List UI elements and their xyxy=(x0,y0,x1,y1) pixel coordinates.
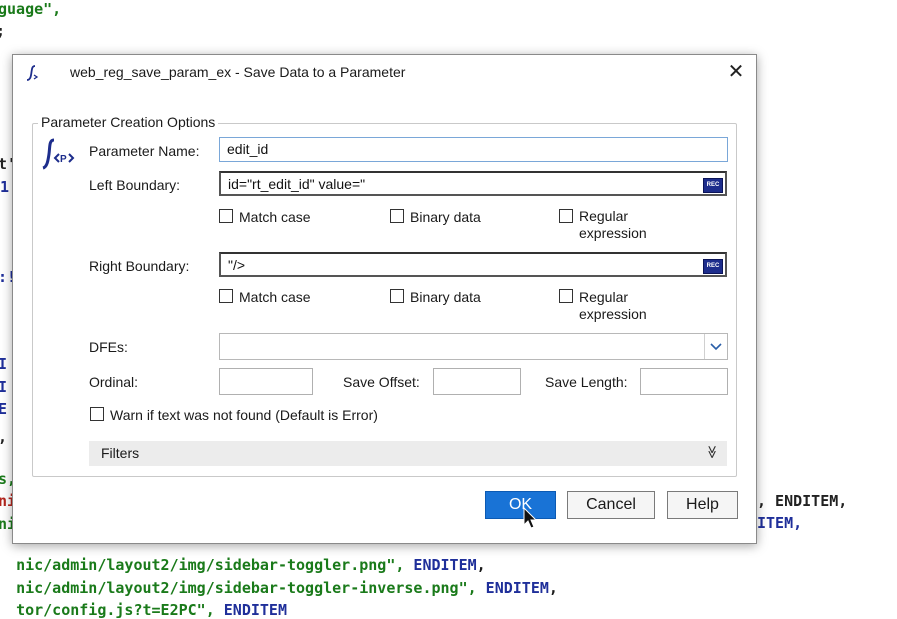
ordinal-label: Ordinal: xyxy=(89,374,139,390)
cancel-button[interactable]: Cancel xyxy=(567,491,655,519)
save-length-label: Save Length: xyxy=(545,374,628,390)
left-binary-data-checkbox[interactable] xyxy=(390,209,404,223)
dialog-title: web_reg_save_param_ex - Save Data to a P… xyxy=(70,64,406,80)
left-boundary-input[interactable]: id="rt_edit_id" value=" xyxy=(219,171,727,196)
group-title: Parameter Creation Options xyxy=(38,114,219,130)
save-param-dialog: web_reg_save_param_ex - Save Data to a P… xyxy=(12,54,757,544)
filters-expander[interactable]: Filters ≫ xyxy=(89,441,727,466)
right-match-case-checkbox[interactable] xyxy=(219,289,233,303)
code-fragment: ; xyxy=(0,22,5,40)
save-offset-input[interactable] xyxy=(433,368,521,395)
expand-chevron-icon: ≫ xyxy=(705,445,721,459)
right-boundary-rec-button[interactable]: REC xyxy=(703,259,723,274)
left-match-case-checkbox[interactable] xyxy=(219,209,233,223)
right-regular-expression-checkbox[interactable] xyxy=(559,289,573,303)
code-fragment-right-2: ITEM, xyxy=(757,514,803,532)
mouse-cursor-icon xyxy=(523,507,538,529)
code-fragment: I xyxy=(0,378,8,396)
right-regular-label: Regular xyxy=(579,289,629,305)
svg-text:P: P xyxy=(60,154,67,165)
param-name-input[interactable]: edit_id xyxy=(219,137,728,162)
right-expression-label: expression xyxy=(579,306,647,322)
dfes-select[interactable] xyxy=(219,333,728,360)
chevron-down-icon xyxy=(710,343,722,351)
dfes-dropdown-button[interactable] xyxy=(704,334,727,359)
left-expression-label: expression xyxy=(579,225,647,241)
filters-label: Filters xyxy=(101,445,140,461)
left-boundary-rec-button[interactable]: REC xyxy=(703,178,723,193)
save-offset-label: Save Offset: xyxy=(343,374,420,390)
left-binary-data-label: Binary data xyxy=(410,209,481,225)
ordinal-input[interactable] xyxy=(219,368,313,395)
close-icon[interactable]: ✕ xyxy=(724,60,748,84)
ok-button[interactable]: OK xyxy=(485,491,556,519)
code-fragment: E xyxy=(0,400,8,418)
left-match-case-label: Match case xyxy=(239,209,311,225)
code-fragment: 1 xyxy=(0,178,10,196)
code-line-1: guage", xyxy=(0,0,62,18)
code-fragment: I xyxy=(0,355,8,373)
parameter-icon: P xyxy=(42,138,75,170)
dialog-titlebar[interactable]: web_reg_save_param_ex - Save Data to a P… xyxy=(13,55,756,89)
right-binary-data-checkbox[interactable] xyxy=(390,289,404,303)
code-line-4: tor/config.js?t=E2PC", ENDITEM xyxy=(16,601,287,619)
right-binary-data-label: Binary data xyxy=(410,289,481,305)
right-boundary-input[interactable]: "/> xyxy=(219,252,727,277)
warn-not-found-checkbox[interactable] xyxy=(90,407,104,421)
warn-not-found-label: Warn if text was not found (Default is E… xyxy=(110,407,378,423)
save-length-input[interactable] xyxy=(640,368,728,395)
help-button[interactable]: Help xyxy=(667,491,738,519)
param-name-label: Parameter Name: xyxy=(89,143,200,159)
right-match-case-label: Match case xyxy=(239,289,311,305)
left-boundary-label: Left Boundary: xyxy=(89,177,181,193)
dfes-label: DFEs: xyxy=(89,339,128,355)
right-boundary-label: Right Boundary: xyxy=(89,258,190,274)
code-fragment-right-1: , ENDITEM, xyxy=(757,492,848,510)
function-icon xyxy=(26,65,39,81)
left-regular-expression-checkbox[interactable] xyxy=(559,209,573,223)
code-fragment: , xyxy=(0,428,7,446)
left-regular-label: Regular xyxy=(579,208,629,224)
